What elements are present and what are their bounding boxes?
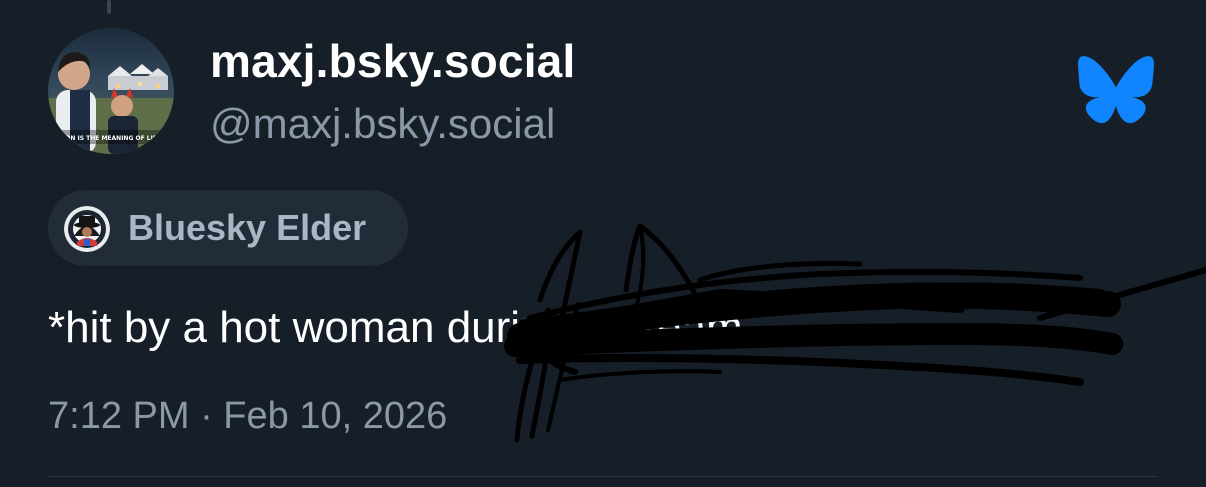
avatar[interactable]: SON IS THE MEANING OF LIFE [48,28,174,154]
post-text: *hit by a hot woman during a dream [48,303,743,353]
post-text-redacted: during a dream [446,303,743,352]
post-timestamp[interactable]: 7:12 PM · Feb 10, 2026 [48,395,447,438]
user-handle[interactable]: @maxj.bsky.social [210,100,555,148]
display-name[interactable]: maxj.bsky.social [210,34,575,88]
thread-connector-line [107,0,111,14]
divider [48,476,1158,477]
elder-badge-icon [64,206,110,252]
avatar-caption: SON IS THE MEANING OF LIFE [61,135,161,142]
badge-label: Bluesky Elder [128,207,367,248]
butterfly-icon[interactable] [1078,56,1154,124]
avatar-image: SON IS THE MEANING OF LIFE [48,28,174,154]
profile-badge[interactable]: Bluesky Elder [48,190,408,266]
post-text-visible: *hit by a hot woman [48,303,435,352]
